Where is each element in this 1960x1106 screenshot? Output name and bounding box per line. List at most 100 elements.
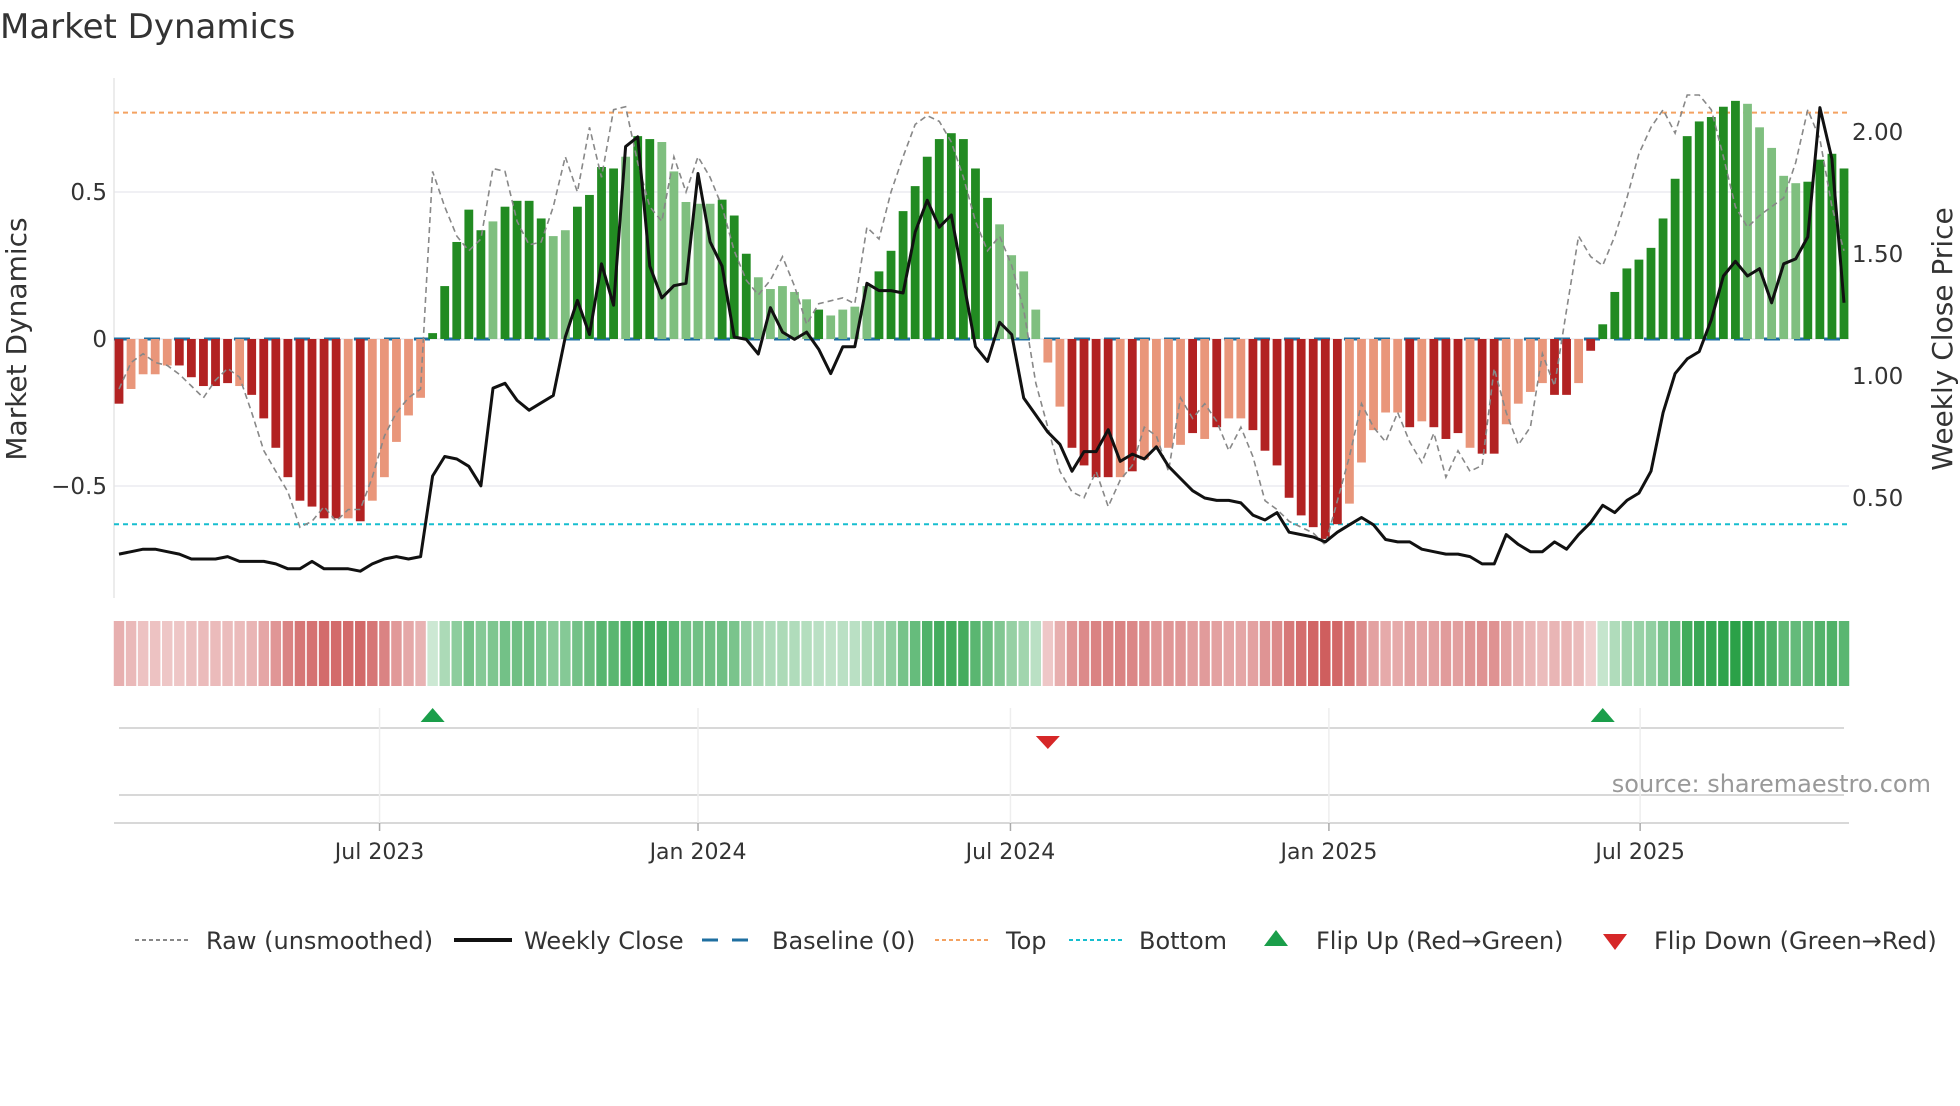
regime-cell [1368, 621, 1379, 686]
regime-cell [234, 621, 245, 686]
regime-cell [946, 621, 957, 686]
regime-cell [958, 621, 969, 686]
regime-cell [1151, 621, 1162, 686]
momentum-bar [524, 200, 534, 339]
regime-cell [222, 621, 233, 686]
momentum-bar [1755, 127, 1764, 339]
regime-cell [1175, 621, 1186, 686]
regime-cell [644, 621, 656, 686]
regime-cell [1790, 621, 1801, 686]
regime-cell [1404, 621, 1415, 686]
source-label: source: sharemaestro.com [1612, 770, 1931, 798]
momentum-bar [211, 339, 220, 387]
momentum-bar [1574, 339, 1584, 384]
legend-item-baseline[interactable]: Baseline (0) [702, 927, 915, 955]
regime-cell [1187, 621, 1198, 686]
regime-cell [1199, 621, 1210, 686]
y2-tick-label: 2.00 [1852, 120, 1903, 146]
regime-cell [656, 621, 668, 686]
legend-item-raw[interactable]: Raw (unsmoothed) [135, 927, 433, 955]
momentum-bar [114, 339, 124, 404]
momentum-bar [138, 339, 148, 375]
legend-raw-label: Raw (unsmoothed) [206, 927, 433, 955]
regime-cell [415, 621, 426, 686]
regime-cell [1452, 621, 1464, 686]
regime-cell [1573, 621, 1584, 686]
regime-cell [379, 621, 390, 686]
regime-cell [1645, 621, 1657, 686]
regime-cell [1814, 621, 1826, 686]
momentum-bar [874, 271, 884, 339]
regime-cell [813, 621, 824, 686]
raw-line [118, 94, 1845, 547]
regime-cell [1223, 621, 1235, 686]
momentum-bar [1260, 339, 1270, 451]
regime-cell [1778, 621, 1789, 686]
regime-cell [873, 621, 885, 686]
regime-cell [1139, 621, 1150, 686]
y-tick-label: 0 [92, 327, 107, 353]
regime-cell [1549, 621, 1560, 686]
momentum-bar [331, 339, 341, 519]
legend-item-close[interactable]: Weekly Close [454, 927, 684, 955]
momentum-bar [1550, 339, 1559, 395]
momentum-bar [126, 339, 136, 389]
momentum-bar [971, 168, 980, 339]
momentum-bar [922, 156, 932, 339]
momentum-bar [162, 339, 172, 366]
momentum-bar [838, 309, 848, 339]
regime-cell [1621, 621, 1633, 686]
legend-item-flip-down[interactable]: Flip Down (Green→Red) [1603, 927, 1937, 955]
regime-cell [330, 621, 342, 686]
regime-cell [318, 621, 330, 686]
momentum-bar [1525, 339, 1535, 392]
regime-cell [1464, 621, 1476, 686]
regime-cell [294, 621, 306, 686]
regime-cell [680, 621, 692, 686]
momentum-bar [814, 309, 824, 339]
y2-tick-label: 0.50 [1852, 486, 1903, 512]
regime-cell [1127, 621, 1138, 686]
momentum-bar [1224, 339, 1234, 419]
momentum-bar [1670, 178, 1680, 339]
regime-cell [282, 621, 294, 686]
legend-item-top[interactable]: Top [935, 927, 1047, 955]
regime-cell [535, 621, 547, 686]
regime-cell [1380, 621, 1391, 686]
momentum-bar [1417, 339, 1427, 422]
regime-cell [1114, 621, 1126, 686]
regime-cell [1657, 621, 1669, 686]
x-tick-label: Jan 2024 [648, 840, 747, 865]
regime-cell [753, 621, 764, 686]
flip-up-icon [1264, 930, 1288, 946]
chart-title: Market Dynamics [0, 7, 295, 47]
regime-cell [1066, 621, 1078, 686]
regime-cell [1428, 621, 1440, 686]
regime-cell [1440, 621, 1452, 686]
momentum-bar [597, 167, 606, 339]
momentum-bar [1429, 339, 1439, 428]
momentum-bar [259, 339, 269, 419]
legend-item-flip-up[interactable]: Flip Up (Red→Green) [1264, 927, 1564, 955]
regime-cell [1669, 621, 1681, 686]
regime-cell [1030, 621, 1042, 686]
momentum-bar [1441, 339, 1451, 439]
regime-cell [1090, 621, 1102, 686]
regime-cell [1078, 621, 1090, 686]
momentum-bar [223, 339, 232, 384]
momentum-bar [741, 253, 751, 339]
momentum-bar [1815, 159, 1825, 339]
regime-cell [487, 621, 499, 686]
regime-cell [210, 621, 221, 686]
regime-cell [921, 621, 933, 686]
regime-cell [596, 621, 607, 686]
regime-cell [1681, 621, 1693, 686]
momentum-bar [1513, 339, 1523, 404]
momentum-bar [1586, 339, 1596, 351]
legend-item-bottom[interactable]: Bottom [1069, 927, 1227, 955]
momentum-bar [1598, 324, 1608, 339]
momentum-bar [910, 186, 920, 339]
regime-cell [692, 621, 704, 686]
regime-cell [1006, 621, 1017, 686]
momentum-bar [1694, 121, 1704, 339]
